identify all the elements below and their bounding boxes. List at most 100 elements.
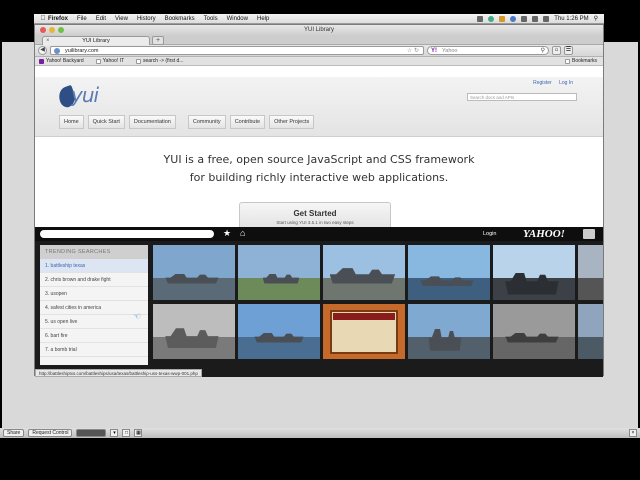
close-tab-icon[interactable]: × bbox=[46, 37, 50, 45]
overlay-login-link[interactable]: Login bbox=[483, 231, 496, 237]
nav-home[interactable]: Home bbox=[59, 115, 84, 129]
bookmarks-icon bbox=[564, 58, 570, 64]
list-item[interactable]: 1. battleship texas bbox=[40, 259, 148, 273]
bookmark-item[interactable]: search -> (first d... bbox=[136, 58, 183, 64]
login-link[interactable]: Log In bbox=[559, 80, 573, 86]
image-thumbnail[interactable] bbox=[408, 245, 490, 300]
notification-icon[interactable] bbox=[499, 15, 506, 22]
options-icon[interactable]: ▦ bbox=[134, 429, 143, 437]
remote-viewer:  Firefox File Edit View History Bookmar… bbox=[0, 0, 640, 480]
browser-window: YUI Library × YUI Library + ◀ yuilibrary… bbox=[34, 24, 604, 377]
image-results-grid bbox=[153, 245, 603, 367]
image-thumbnail[interactable] bbox=[153, 304, 235, 359]
mouse-cursor-icon: ☜ bbox=[133, 311, 142, 321]
search-bar[interactable]: Y! Yahoo ⚲ bbox=[427, 46, 549, 55]
image-thumbnail[interactable] bbox=[238, 304, 320, 359]
battery-icon[interactable] bbox=[543, 15, 550, 22]
star-icon[interactable]: ★ bbox=[223, 228, 231, 239]
image-thumbnail[interactable] bbox=[323, 304, 405, 359]
yahoo-search-icon[interactable]: Y! bbox=[431, 47, 437, 55]
clock[interactable]: Thu 1:26 PM bbox=[554, 16, 588, 22]
status-icon[interactable] bbox=[477, 15, 484, 22]
back-button[interactable]: ◀ bbox=[38, 46, 47, 55]
register-link[interactable]: Register bbox=[533, 80, 552, 86]
dropdown-icon[interactable]: ▾ bbox=[110, 429, 119, 437]
navigation-toolbar: ◀ yuilibrary.com ☆ ↻ Y! Yahoo ⚲ ⌂ ☰ bbox=[35, 45, 603, 57]
list-item[interactable]: 7. a bomb trial bbox=[40, 343, 148, 357]
trending-header: TRENDING SEARCHES bbox=[40, 245, 148, 259]
zoom-selector[interactable] bbox=[76, 429, 107, 437]
spotlight-icon[interactable]: ⚲ bbox=[594, 15, 598, 22]
list-item[interactable]: 3. usopen bbox=[40, 287, 148, 301]
menu-tools[interactable]: Tools bbox=[204, 16, 218, 22]
fullscreen-icon[interactable]: □ bbox=[122, 429, 131, 437]
menu-view[interactable]: View bbox=[115, 16, 128, 22]
bookmark-star-icon[interactable]: ☆ ↻ bbox=[407, 47, 419, 55]
tab-yui-library[interactable]: × YUI Library bbox=[42, 36, 150, 45]
overlay-menu-button[interactable] bbox=[583, 229, 595, 239]
bookmarks-toolbar: Yahoo! Backyard Yahoo! IT search -> (fir… bbox=[35, 57, 603, 66]
overlay-search-input[interactable] bbox=[40, 230, 214, 238]
apple-icon[interactable]:  bbox=[38, 15, 48, 22]
overlay-bar: ★ ⌂ Login YAHOO! bbox=[35, 227, 603, 241]
menu-app[interactable]: Firefox bbox=[48, 16, 68, 22]
image-thumbnail[interactable] bbox=[578, 304, 603, 359]
image-thumbnail[interactable] bbox=[323, 245, 405, 300]
web-page: yui Register Log In Search docs and APIs… bbox=[35, 77, 603, 377]
nav-documentation[interactable]: Documentation bbox=[128, 115, 176, 129]
url-text: yuilibrary.com bbox=[65, 48, 99, 54]
image-thumbnail[interactable] bbox=[578, 245, 603, 300]
share-button[interactable]: Share bbox=[3, 429, 25, 437]
bookmarks-menu-button[interactable]: Bookmarks bbox=[564, 58, 597, 64]
nav-quick-start[interactable]: Quick Start bbox=[87, 115, 125, 129]
title-bar: YUI Library bbox=[35, 25, 603, 35]
site-search-input[interactable]: Search docs and APIs bbox=[467, 93, 577, 101]
status-area: Thu 1:26 PM ⚲ bbox=[477, 15, 598, 22]
image-thumbnail[interactable] bbox=[238, 245, 320, 300]
image-thumbnail[interactable] bbox=[153, 245, 235, 300]
menu-button[interactable]: ☰ bbox=[564, 46, 573, 55]
nav-contribute[interactable]: Contribute bbox=[229, 115, 266, 129]
list-item[interactable]: 2. chris brown and drake fight bbox=[40, 273, 148, 287]
yahoo-toolbar-overlay: ★ ⌂ Login YAHOO! TRENDING SEARCHES 1. ba… bbox=[35, 227, 603, 377]
menu-window[interactable]: Window bbox=[227, 16, 248, 22]
close-viewer-icon[interactable]: × bbox=[629, 429, 637, 437]
home-button[interactable]: ⌂ bbox=[552, 46, 561, 55]
new-tab-button[interactable]: + bbox=[152, 36, 164, 45]
image-thumbnail[interactable] bbox=[493, 245, 575, 300]
menu-bookmarks[interactable]: Bookmarks bbox=[165, 16, 195, 22]
image-thumbnail[interactable] bbox=[408, 304, 490, 359]
menu-help[interactable]: Help bbox=[257, 16, 269, 22]
yahoo-logo[interactable]: YAHOO! bbox=[523, 228, 565, 240]
tab-label: YUI Library bbox=[82, 38, 110, 44]
page-icon bbox=[95, 58, 101, 64]
list-item[interactable]: 5. us open live bbox=[40, 315, 148, 329]
account-links: Register Log In bbox=[527, 80, 573, 86]
image-thumbnail[interactable] bbox=[493, 304, 575, 359]
volume-icon[interactable] bbox=[532, 15, 539, 22]
menu-file[interactable]: File bbox=[77, 16, 87, 22]
tagline: YUI is a free, open source JavaScript an… bbox=[163, 153, 475, 184]
nav-community[interactable]: Community bbox=[187, 115, 226, 129]
viewer-toolbar: Share Request Control ▾ □ ▦ × bbox=[0, 428, 640, 438]
site-identity-icon[interactable] bbox=[54, 48, 60, 54]
sync-icon[interactable] bbox=[488, 15, 495, 22]
bookmark-item[interactable]: Yahoo! IT bbox=[95, 58, 124, 64]
bluetooth-icon[interactable] bbox=[510, 15, 517, 22]
home-icon[interactable]: ⌂ bbox=[240, 228, 245, 238]
menu-history[interactable]: History bbox=[137, 16, 156, 22]
list-item[interactable]: 4. safest cities in america bbox=[40, 301, 148, 315]
wifi-icon[interactable] bbox=[521, 15, 528, 22]
bookmark-item[interactable]: Yahoo! Backyard bbox=[39, 58, 84, 64]
menu-edit[interactable]: Edit bbox=[96, 16, 106, 22]
yahoo-favicon-icon bbox=[39, 58, 44, 64]
yui-logo[interactable]: yui bbox=[56, 83, 103, 110]
nav-other-projects[interactable]: Other Projects bbox=[269, 115, 315, 129]
status-url: http://battleshiptxs.com/battleships/usa… bbox=[35, 369, 202, 377]
search-icon[interactable]: ⚲ bbox=[541, 47, 545, 55]
request-control-button[interactable]: Request Control bbox=[28, 429, 73, 437]
search-placeholder: Yahoo bbox=[442, 48, 458, 54]
list-item[interactable]: 6. bart fire bbox=[40, 329, 148, 343]
tab-strip: × YUI Library + bbox=[35, 35, 603, 45]
url-bar[interactable]: yuilibrary.com ☆ ↻ bbox=[50, 46, 424, 55]
